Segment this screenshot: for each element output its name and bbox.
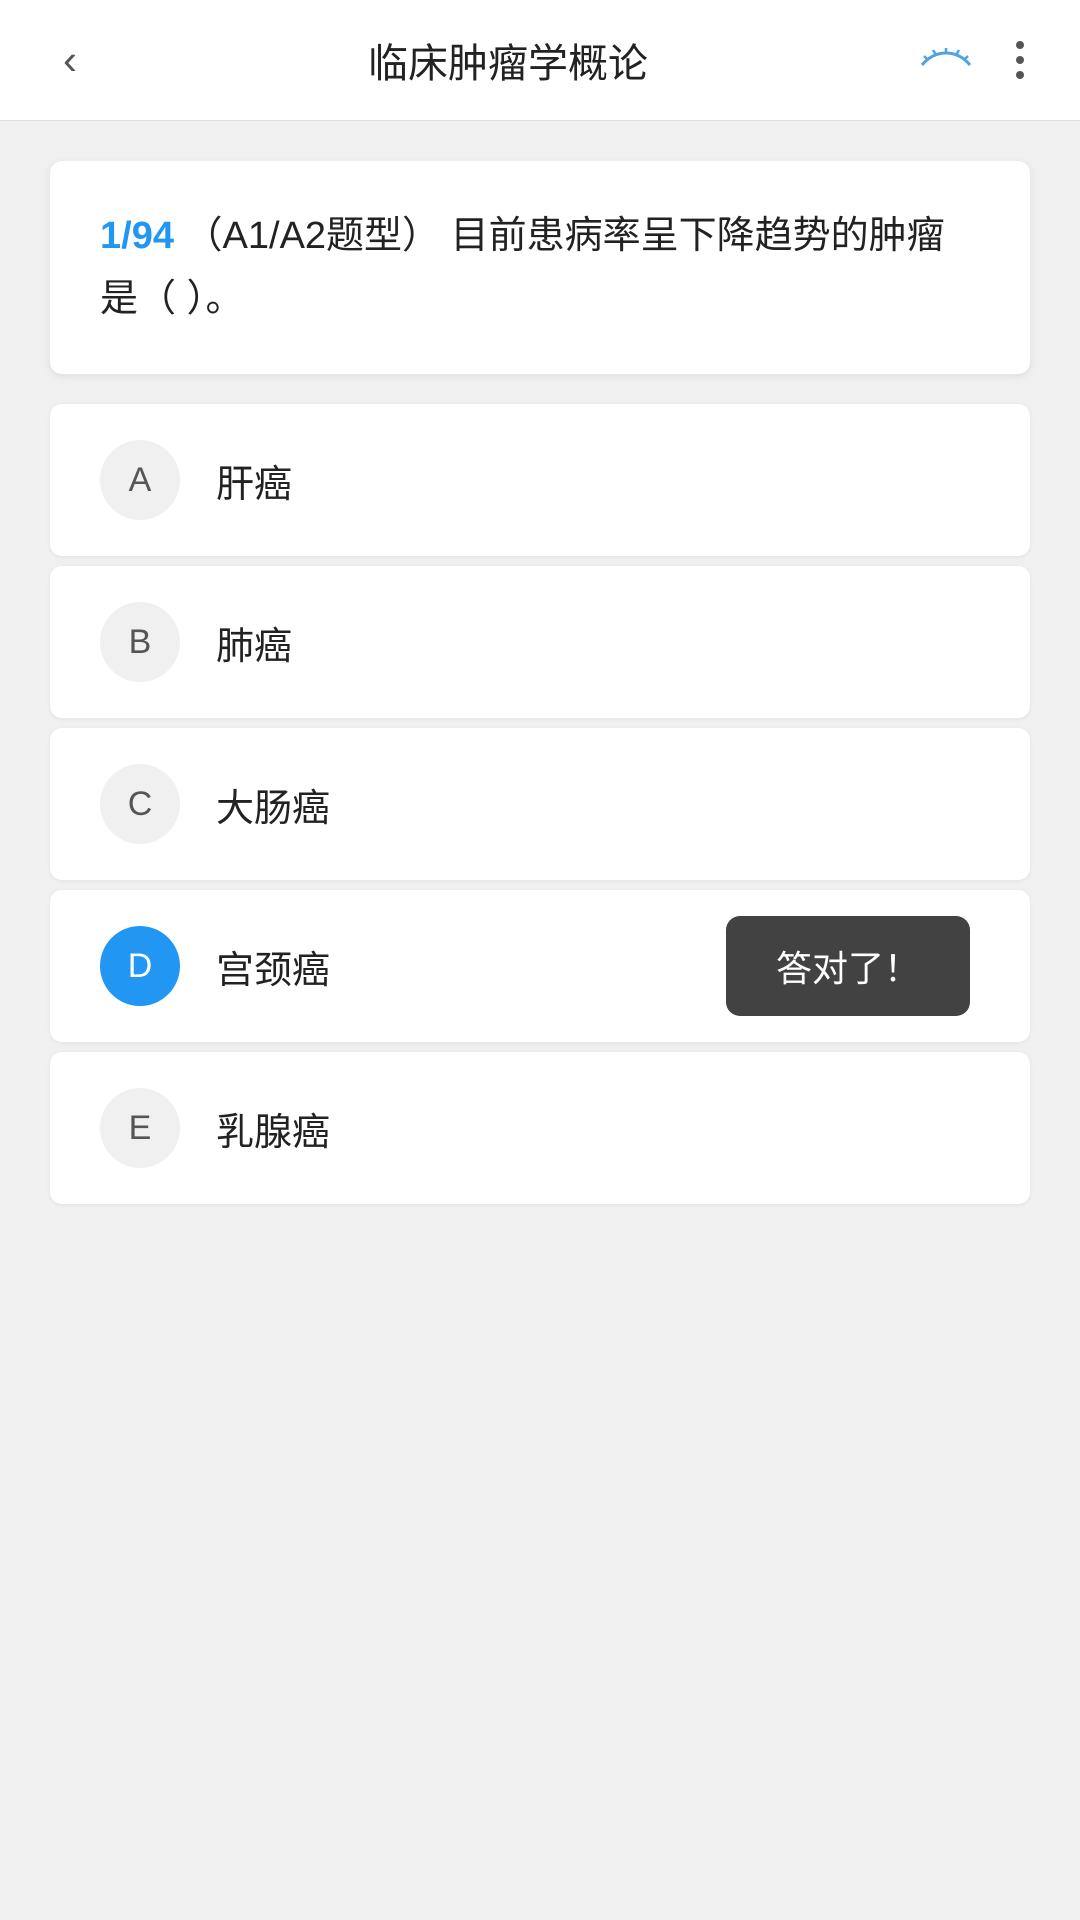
main-content: 1/94 （A1/A2题型） 目前患病率呈下降趋势的肿瘤是（ ）。 A 肝癌 B… — [0, 121, 1080, 1244]
option-a-circle: A — [100, 440, 180, 520]
header-actions — [916, 30, 1040, 90]
correct-tooltip: 答对了！ — [726, 916, 970, 1016]
option-c[interactable]: C 大肠癌 — [50, 728, 1030, 880]
option-d[interactable]: D 宫颈癌 答对了！ — [50, 890, 1030, 1042]
option-a-label: 肝癌 — [216, 453, 292, 508]
question-number: 1/94 — [100, 215, 174, 257]
option-c-circle: C — [100, 764, 180, 844]
option-b-circle: B — [100, 602, 180, 682]
app-container: ‹ 临床肿瘤学概论 — [0, 0, 1080, 1920]
header: ‹ 临床肿瘤学概论 — [0, 0, 1080, 121]
option-d-label: 宫颈癌 — [216, 939, 330, 994]
option-e-label: 乳腺癌 — [216, 1101, 330, 1156]
question-text: 1/94 （A1/A2题型） 目前患病率呈下降趋势的肿瘤是（ ）。 — [100, 205, 980, 330]
options-list: A 肝癌 B 肺癌 C 大肠癌 D — [50, 404, 1030, 1204]
option-e[interactable]: E 乳腺癌 — [50, 1052, 1030, 1204]
option-d-circle: D — [100, 926, 180, 1006]
option-b-label: 肺癌 — [216, 615, 292, 670]
back-arrow-icon: ‹ — [63, 36, 77, 84]
option-b[interactable]: B 肺癌 — [50, 566, 1030, 718]
option-e-circle: E — [100, 1088, 180, 1168]
eye-icon[interactable] — [916, 40, 976, 80]
page-title: 临床肿瘤学概论 — [100, 31, 916, 89]
question-card: 1/94 （A1/A2题型） 目前患病率呈下降趋势的肿瘤是（ ）。 — [50, 161, 1030, 374]
more-menu-icon[interactable] — [1000, 30, 1040, 90]
option-a[interactable]: A 肝癌 — [50, 404, 1030, 556]
question-type: （A1/A2题型） — [185, 215, 441, 257]
option-c-label: 大肠癌 — [216, 777, 330, 832]
back-button[interactable]: ‹ — [40, 30, 100, 90]
